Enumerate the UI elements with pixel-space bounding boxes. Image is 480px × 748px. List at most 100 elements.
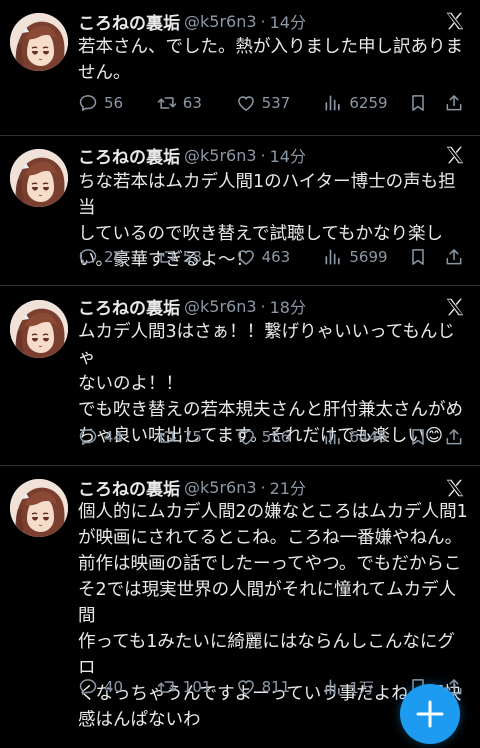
handle[interactable]: @k5r6n3 (184, 478, 257, 497)
separator: · (260, 477, 266, 497)
like-count: 537 (261, 94, 291, 112)
views-button[interactable]: 6446 (323, 427, 408, 447)
x-logo-icon (444, 296, 466, 318)
reply-icon (78, 427, 98, 447)
separator: · (260, 296, 266, 316)
bookmark-icon (408, 427, 428, 447)
view-count: 6446 (349, 428, 388, 446)
reply-button[interactable]: 40 (78, 677, 157, 697)
view-count: 5699 (349, 248, 388, 266)
like-button[interactable]: 537 (236, 93, 324, 113)
display-name[interactable]: ころねの裏垢 (78, 475, 180, 500)
action-bar: 56 63 537 6259 (78, 91, 468, 115)
retweet-count: 75 (182, 428, 202, 446)
share-icon (444, 427, 464, 447)
retweet-button[interactable]: 58 (157, 247, 236, 267)
reply-button[interactable]: 26 (78, 247, 157, 267)
retweet-count: 63 (182, 94, 202, 112)
avatar-image (10, 300, 68, 358)
compose-button[interactable] (400, 684, 460, 744)
views-icon (323, 93, 343, 113)
reply-icon (78, 247, 98, 267)
reply-button[interactable]: 44 (78, 427, 157, 447)
bookmark-button[interactable] (408, 427, 444, 447)
reply-count: 40 (104, 678, 124, 696)
handle[interactable]: @k5r6n3 (184, 146, 257, 165)
handle[interactable]: @k5r6n3 (184, 12, 257, 31)
display-name[interactable]: ころねの裏垢 (78, 9, 180, 34)
like-button[interactable]: 463 (236, 247, 324, 267)
retweet-button[interactable]: 75 (157, 427, 236, 447)
share-icon (444, 93, 464, 113)
bookmark-icon (408, 93, 428, 113)
compose-icon (416, 700, 444, 728)
share-button[interactable] (444, 93, 468, 113)
avatar-image (10, 479, 68, 537)
view-count: 6259 (349, 94, 388, 112)
tweet[interactable]: ころねの裏垢 @k5r6n3 · 18分 ムカデ人間3はさぁ！！繋げりゃいいって… (0, 286, 480, 466)
separator: · (260, 11, 266, 31)
avatar-image (10, 13, 68, 71)
timestamp[interactable]: 21分 (270, 475, 306, 499)
timestamp[interactable]: 18分 (270, 294, 306, 318)
tweet[interactable]: ころねの裏垢 @k5r6n3 · 14分 ちな若本はムカデ人間1のハイター博士の… (0, 136, 480, 286)
tweet-header: ころねの裏垢 @k5r6n3 · 21分 (78, 474, 470, 500)
display-name[interactable]: ころねの裏垢 (78, 143, 180, 168)
views-icon (323, 427, 343, 447)
view-count: 1万 (349, 678, 374, 697)
reply-icon (78, 93, 98, 113)
retweet-count: 101 (182, 678, 212, 696)
x-logo-icon (444, 144, 466, 166)
handle[interactable]: @k5r6n3 (184, 297, 257, 316)
tweet[interactable]: ころねの裏垢 @k5r6n3 · 21分 個人的にムカデ人間2の嫌なところはムカ… (0, 466, 480, 730)
display-name[interactable]: ころねの裏垢 (78, 294, 180, 319)
separator: · (260, 145, 266, 165)
tweet-header: ころねの裏垢 @k5r6n3 · 14分 (78, 8, 470, 34)
views-button[interactable]: 5699 (323, 247, 408, 267)
avatar[interactable] (10, 479, 68, 537)
action-bar: 26 58 463 5699 (78, 245, 468, 269)
like-count: 811 (261, 678, 291, 696)
views-button[interactable]: 1万 (323, 677, 408, 698)
like-button[interactable]: 556 (236, 427, 324, 447)
share-button[interactable] (444, 247, 468, 267)
x-logo-icon (444, 477, 466, 499)
retweet-icon (157, 427, 177, 447)
share-button[interactable] (444, 427, 468, 447)
share-icon (444, 247, 464, 267)
x-logo-icon (444, 10, 466, 32)
tweet[interactable]: ころねの裏垢 @k5r6n3 · 14分 若本さん、でした。熱が入りました申し訳… (0, 0, 480, 136)
reply-count: 56 (104, 94, 124, 112)
tweet-header: ころねの裏垢 @k5r6n3 · 18分 (78, 293, 470, 319)
retweet-button[interactable]: 101 (157, 677, 236, 697)
timestamp[interactable]: 14分 (270, 143, 306, 167)
bookmark-icon (408, 247, 428, 267)
like-icon (236, 677, 256, 697)
views-icon (323, 247, 343, 267)
like-count: 556 (261, 428, 291, 446)
bookmark-button[interactable] (408, 93, 444, 113)
like-icon (236, 427, 256, 447)
retweet-button[interactable]: 63 (157, 93, 236, 113)
like-count: 463 (261, 248, 291, 266)
avatar-image (10, 149, 68, 207)
tweet-text: 若本さん、でした。熱が入りました申し訳ありま せん。 (78, 37, 463, 83)
avatar[interactable] (10, 13, 68, 71)
reply-button[interactable]: 56 (78, 93, 157, 113)
retweet-icon (157, 677, 177, 697)
like-icon (236, 247, 256, 267)
avatar[interactable] (10, 149, 68, 207)
reply-count: 44 (104, 428, 124, 446)
action-bar: 44 75 556 6446 (78, 425, 468, 449)
tweet-header: ころねの裏垢 @k5r6n3 · 14分 (78, 142, 470, 168)
reply-count: 26 (104, 248, 124, 266)
retweet-icon (157, 93, 177, 113)
timestamp[interactable]: 14分 (270, 9, 306, 33)
like-icon (236, 93, 256, 113)
avatar[interactable] (10, 300, 68, 358)
retweet-count: 58 (182, 248, 202, 266)
views-button[interactable]: 6259 (323, 93, 408, 113)
bookmark-button[interactable] (408, 247, 444, 267)
like-button[interactable]: 811 (236, 677, 324, 697)
retweet-icon (157, 247, 177, 267)
